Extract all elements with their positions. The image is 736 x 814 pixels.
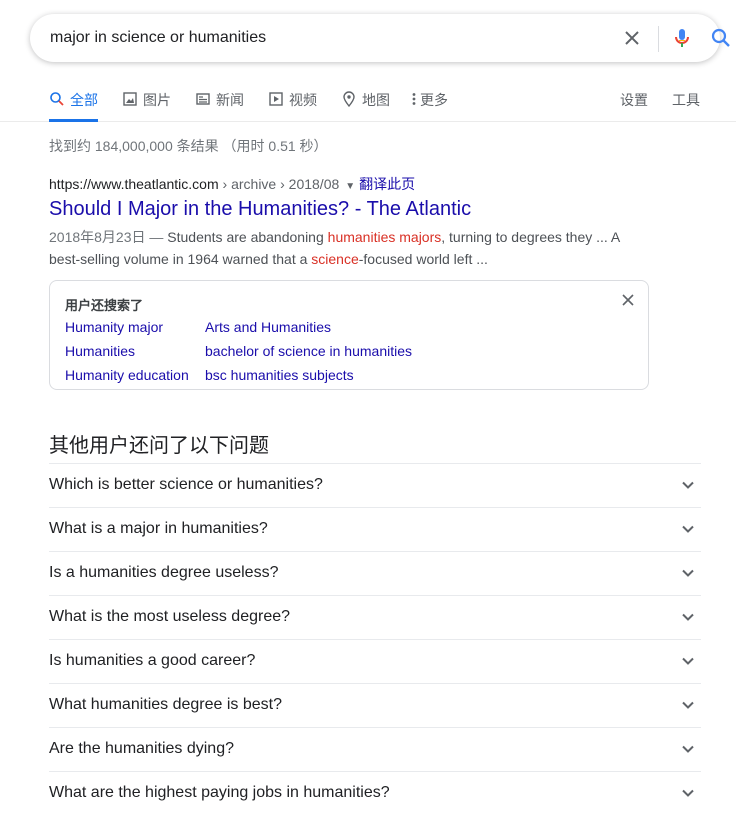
search-bar-divider: [658, 26, 659, 52]
close-icon[interactable]: [621, 293, 635, 307]
microphone-icon[interactable]: [670, 26, 694, 50]
tab-news[interactable]: 新闻: [195, 90, 244, 122]
paa-question: Which is better science or humanities?: [49, 476, 323, 493]
snippet-text: Students are abandoning: [167, 229, 328, 245]
related-link[interactable]: Humanity education: [65, 367, 189, 383]
related-link[interactable]: Humanity major: [65, 319, 163, 335]
chevron-down-icon: [682, 569, 694, 577]
related-link[interactable]: Humanities: [65, 343, 135, 359]
close-icon[interactable]: [620, 26, 644, 50]
related-searches-box: 用户还搜索了 Humanity major Arts and Humanitie…: [49, 280, 649, 390]
paa-heading: 其他用户还问了以下问题: [49, 435, 269, 457]
snippet-highlight: humanities majors: [327, 229, 442, 245]
paa-item[interactable]: What are the highest paying jobs in huma…: [49, 771, 701, 814]
related-link[interactable]: bsc humanities subjects: [205, 367, 354, 383]
snippet-highlight: science: [311, 250, 359, 267]
paa-question: Is a humanities degree useless?: [49, 564, 279, 581]
tab-label: 新闻: [216, 92, 244, 108]
paa-item[interactable]: Which is better science or humanities?: [49, 463, 701, 507]
tab-videos[interactable]: 视频: [268, 90, 317, 122]
paa-item[interactable]: What is the most useless degree?: [49, 595, 701, 639]
chevron-down-icon: [682, 613, 694, 621]
result-snippet: 2018年8月23日 — Students are abandoning hum…: [49, 227, 639, 270]
chevron-down-icon: [682, 789, 694, 797]
image-icon: [123, 92, 137, 106]
more-vert-icon: [412, 93, 416, 105]
search-input[interactable]: [50, 26, 590, 50]
paa-question: Is humanities a good career?: [49, 652, 256, 669]
paa-question: What is a major in humanities?: [49, 520, 268, 537]
related-link[interactable]: bachelor of science in humanities: [205, 343, 412, 359]
result-breadcrumbs: › archive › 2018/08: [218, 176, 340, 192]
chevron-down-icon: [682, 657, 694, 665]
result-title[interactable]: Should I Major in the Humanities? - The …: [49, 198, 471, 221]
tab-label: 更多: [420, 92, 448, 108]
search-icon[interactable]: [709, 26, 733, 50]
chevron-down-icon: [682, 525, 694, 533]
search-icon: [50, 92, 64, 106]
result-date: 2018年8月23日 —: [49, 229, 168, 245]
paa-item[interactable]: Is humanities a good career?: [49, 639, 701, 683]
paa-item[interactable]: What humanities degree is best?: [49, 683, 701, 727]
tab-images[interactable]: 图片: [122, 90, 171, 122]
related-searches-title: 用户还搜索了: [65, 298, 144, 313]
paa-item[interactable]: Are the humanities dying?: [49, 727, 701, 771]
result-stats: 找到约 184,000,000 条结果 （用时 0.51 秒）: [49, 138, 328, 154]
paa-question: What humanities degree is best?: [49, 696, 283, 713]
paa-question: What are the highest paying jobs in huma…: [49, 784, 390, 801]
result-domain[interactable]: https://www.theatlantic.com: [49, 176, 219, 192]
snippet-text: -focused world left ...: [358, 250, 488, 267]
related-link[interactable]: Arts and Humanities: [205, 319, 331, 335]
paa-item[interactable]: What is a major in humanities?: [49, 507, 701, 551]
result-url: https://www.theatlantic.com › archive › …: [49, 174, 415, 194]
paa-question: What is the most useless degree?: [49, 608, 291, 625]
tab-all[interactable]: 全部: [49, 90, 98, 122]
settings-link[interactable]: 设置: [620, 90, 648, 110]
paa-question: Are the humanities dying?: [49, 740, 234, 757]
dropdown-arrow-icon[interactable]: ▼: [345, 181, 355, 192]
chevron-down-icon: [682, 701, 694, 709]
map-pin-icon: [343, 91, 355, 107]
tab-label: 全部: [70, 92, 98, 108]
search-tabs: 全部 图片 新闻 视频 地图 更多 设置 工具: [0, 80, 736, 122]
search-bar: [30, 14, 730, 62]
video-icon: [269, 92, 283, 106]
chevron-down-icon: [682, 481, 694, 489]
tab-label: 地图: [362, 92, 390, 108]
news-icon: [196, 93, 210, 105]
chevron-down-icon: [682, 745, 694, 753]
tab-label: 图片: [143, 92, 171, 108]
tab-maps[interactable]: 地图: [341, 90, 390, 122]
tab-more[interactable]: 更多: [410, 90, 448, 122]
translate-link[interactable]: 翻译此页: [359, 176, 415, 192]
paa-list: Which is better science or humanities? W…: [49, 463, 701, 814]
paa-item[interactable]: Is a humanities degree useless?: [49, 551, 701, 595]
tab-label: 视频: [289, 92, 317, 108]
tools-link[interactable]: 工具: [672, 90, 700, 110]
